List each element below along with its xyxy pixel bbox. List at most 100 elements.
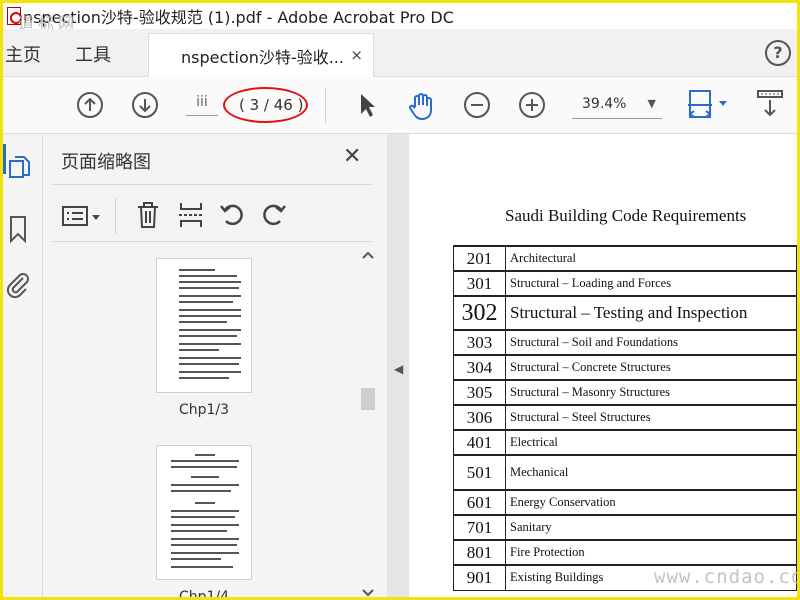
- thumbnail-text-line: [179, 349, 219, 351]
- divider: [53, 241, 371, 242]
- code-table-row: 501 Mechanical: [453, 454, 797, 491]
- code-table-row: 305 Structural – Masonry Structures: [453, 379, 797, 406]
- code-table-row: 304 Structural – Concrete Structures: [453, 354, 797, 381]
- select-cursor-icon[interactable]: [356, 91, 378, 119]
- thumbnail-text-line: [179, 287, 239, 289]
- document-view[interactable]: Saudi Building Code Requirements 201 Arch…: [409, 134, 797, 597]
- page-thumbnails-icon[interactable]: [7, 154, 33, 184]
- code-name: Structural – Soil and Foundations: [505, 329, 797, 356]
- tab-home[interactable]: 主页: [5, 41, 41, 67]
- code-number: 306: [453, 404, 506, 431]
- code-table-row: 801 Fire Protection: [453, 539, 797, 566]
- code-number: 201: [453, 245, 506, 272]
- thumbnail-text-line: [171, 544, 237, 546]
- code-number: 301: [453, 270, 506, 297]
- toolbar-divider: [325, 87, 326, 123]
- panel-close-icon[interactable]: ✕: [343, 144, 361, 169]
- hand-tool-icon[interactable]: [406, 91, 436, 121]
- watermark-bottom-right: www.cndao.com: [654, 566, 800, 588]
- code-number: 901: [453, 564, 506, 591]
- code-name: Structural – Masonry Structures: [505, 379, 797, 406]
- thumbnail-text-line: [171, 484, 239, 486]
- rotate-counterclockwise-icon[interactable]: [218, 201, 246, 229]
- code-name: Structural – Steel Structures: [505, 404, 797, 431]
- page-thumbnail-1[interactable]: [156, 258, 252, 393]
- tab-tools[interactable]: 工具: [75, 41, 111, 67]
- code-number: 305: [453, 379, 506, 406]
- divider: [53, 184, 371, 185]
- toolbar-divider: [115, 198, 116, 234]
- thumbnail-label: Chp1/4: [178, 589, 230, 600]
- tab-document[interactable]: nspection沙特-验收... ×: [148, 33, 374, 77]
- thumbnail-text-line: [179, 321, 227, 323]
- tab-close-icon[interactable]: ×: [350, 46, 363, 64]
- code-name: Electrical: [505, 429, 797, 456]
- thumbnail-text-line: [179, 343, 241, 345]
- page-number-input[interactable]: iii: [186, 94, 218, 116]
- scroll-down-icon[interactable]: [362, 588, 374, 597]
- options-menu-icon[interactable]: [61, 204, 105, 230]
- code-number: 304: [453, 354, 506, 381]
- code-table-row: 401 Electrical: [453, 429, 797, 456]
- code-name: Architectural: [505, 245, 797, 272]
- code-number: 401: [453, 429, 506, 456]
- attachment-icon[interactable]: [5, 270, 31, 300]
- scroll-mode-icon[interactable]: [755, 89, 785, 121]
- red-annotation-oval: [223, 87, 308, 123]
- document-heading: Saudi Building Code Requirements: [505, 206, 747, 225]
- thumbnail-text-line: [179, 269, 215, 271]
- thumbnail-label: Chp1/3: [178, 402, 230, 418]
- code-table-row: 306 Structural – Steel Structures: [453, 404, 797, 431]
- thumbnail-text-line: [171, 530, 227, 532]
- thumbnail-text-line: [195, 502, 215, 504]
- help-button[interactable]: ?: [765, 40, 791, 66]
- thumbnails-scrollbar[interactable]: [359, 244, 377, 597]
- tab-bar: 主页 工具 nspection沙特-验收... × ?: [3, 29, 797, 77]
- page-thumbnail-2[interactable]: [156, 445, 252, 580]
- zoom-value: 39.4%: [582, 96, 627, 112]
- thumbnail-text-line: [171, 524, 239, 526]
- thumbnail-text-line: [179, 309, 241, 311]
- zoom-out-icon[interactable]: [463, 91, 491, 119]
- scroll-up-icon[interactable]: [362, 250, 374, 260]
- code-name: Sanitary: [505, 514, 797, 541]
- code-table-row: 601 Energy Conservation: [453, 489, 797, 516]
- bookmark-icon[interactable]: [7, 214, 29, 244]
- code-number: 801: [453, 539, 506, 566]
- rail-active-indicator: [3, 144, 6, 174]
- thumbnail-text-line: [191, 476, 219, 478]
- thumbnail-text-line: [171, 466, 237, 468]
- thumbnail-text-line: [195, 454, 215, 456]
- scrollbar-thumb[interactable]: [361, 388, 375, 410]
- page-down-icon[interactable]: [131, 91, 159, 119]
- code-name: Structural – Loading and Forces: [505, 270, 797, 297]
- zoom-select[interactable]: 39.4% ▼: [572, 91, 662, 119]
- thumbnail-text-line: [171, 552, 239, 554]
- panel-title: 页面缩略图: [61, 152, 151, 173]
- page-up-icon[interactable]: [76, 91, 104, 119]
- thumbnail-text-line: [179, 371, 241, 373]
- code-table-row: 302 Structural – Testing and Inspection: [453, 295, 797, 331]
- code-number: 501: [453, 454, 506, 491]
- code-number: 302: [453, 295, 506, 331]
- code-number: 303: [453, 329, 506, 356]
- code-name: Structural – Concrete Structures: [505, 354, 797, 381]
- extract-pages-icon[interactable]: [177, 200, 205, 230]
- delete-icon[interactable]: [135, 200, 161, 230]
- rotate-clockwise-icon[interactable]: [260, 201, 288, 229]
- thumbnail-text-line: [171, 566, 233, 568]
- window-title: nspection沙特-验收规范 (1).pdf - Adobe Acrobat…: [23, 8, 454, 27]
- thumbnail-text-line: [179, 335, 237, 337]
- code-name: Energy Conservation: [505, 489, 797, 516]
- thumbnail-text-line: [179, 329, 241, 331]
- thumbnail-text-line: [179, 301, 233, 303]
- thumbnail-text-line: [171, 516, 235, 518]
- toolbar: iii ( 3 / 46 ) 39.4% ▼: [3, 77, 797, 134]
- panel-collapse-handle[interactable]: ◀: [387, 134, 409, 597]
- thumbnails-panel: 页面缩略图 ✕ Chp1/3 Chp1/4: [43, 134, 387, 600]
- code-table: 201 Architectural 301 Structural – Loading …: [453, 245, 797, 591]
- fit-page-icon[interactable]: [686, 87, 730, 123]
- code-number: 601: [453, 489, 506, 516]
- thumbnail-text-line: [179, 363, 239, 365]
- zoom-in-icon[interactable]: [518, 91, 546, 119]
